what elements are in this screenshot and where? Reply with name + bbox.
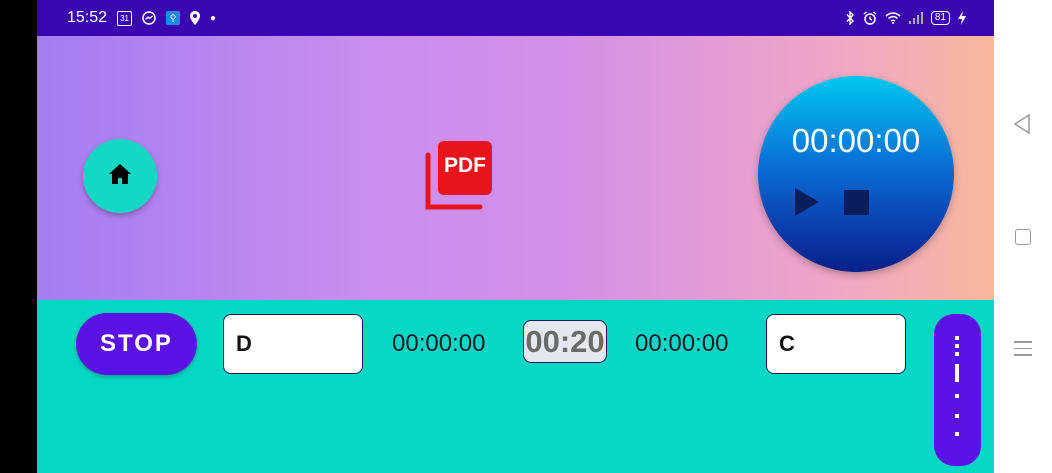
status-bar: 15:52 31 ⚲ ● 81: [37, 0, 994, 36]
home-button[interactable]: [83, 139, 157, 213]
left-time-label: 00:00:00: [392, 330, 486, 357]
box-icon: ⚲: [166, 11, 181, 25]
alarm-icon: [863, 11, 877, 25]
recent-apps-icon[interactable]: [1014, 341, 1032, 356]
home-square-icon[interactable]: [1015, 229, 1031, 245]
battery-icon: 81: [930, 11, 950, 25]
messenger-icon: [142, 11, 156, 25]
signal-icon: [908, 12, 923, 24]
stop-button[interactable]: STOP: [76, 313, 197, 375]
calendar-icon: 31: [117, 10, 133, 26]
right-time-label: 00:00:00: [635, 330, 729, 357]
charging-icon: [958, 11, 966, 25]
left-black-edge: [0, 0, 37, 473]
left-input-box[interactable]: D: [223, 314, 363, 374]
status-time: 15:52: [67, 9, 108, 26]
location-icon: [190, 11, 201, 25]
home-icon: [108, 163, 132, 190]
wifi-icon: [885, 12, 901, 24]
bluetooth-icon: [845, 11, 855, 25]
right-input-box[interactable]: C: [766, 314, 906, 374]
mini-timer-button[interactable]: 00:20: [523, 320, 607, 363]
pdf-label: PDF: [444, 154, 486, 177]
back-icon[interactable]: [1013, 113, 1031, 135]
side-menu-button[interactable]: [934, 314, 981, 466]
bottom-panel: STOP D 00:00:00 00:20 00:00:00 C: [37, 300, 994, 473]
top-panel: PDF 00:00:00: [37, 36, 994, 300]
pdf-button[interactable]: PDF: [424, 141, 492, 211]
system-nav-bar: [994, 0, 1052, 473]
timer-circle: 00:00:00: [758, 76, 954, 272]
dot-icon: ●: [210, 12, 217, 24]
stop-icon[interactable]: [844, 190, 869, 215]
play-icon[interactable]: [795, 188, 819, 216]
status-right-group: 81: [845, 0, 966, 36]
status-left-group: 15:52 31 ⚲ ●: [67, 0, 216, 36]
timer-display: 00:00:00: [791, 122, 921, 159]
